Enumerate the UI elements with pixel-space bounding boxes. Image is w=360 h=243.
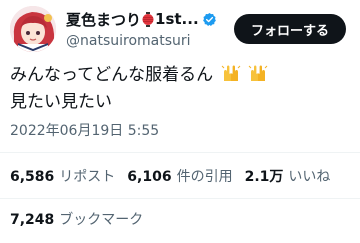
divider <box>0 198 360 199</box>
tweet-line-1-text: みんなってどんな服着るん <box>10 65 214 85</box>
tweet-header: 夏色まつり 1st... @natsuiromatsuri フォローする <box>10 6 350 58</box>
quotes-label: 件の引用 <box>176 169 233 185</box>
bookmarks-count: 7,248 <box>10 212 55 228</box>
reposts-stat[interactable]: 6,586 リポスト <box>10 166 115 186</box>
user-info: 夏色まつり 1st... @natsuiromatsuri <box>66 8 226 49</box>
tweet-line-2: 見たい見たい <box>10 92 112 112</box>
likes-label: いいね <box>288 169 331 185</box>
user-handle[interactable]: @natsuiromatsuri <box>66 33 226 49</box>
avatar-image <box>10 6 56 52</box>
bookmark-stats: 7,248 ブックマーク <box>10 209 155 229</box>
quotes-stat[interactable]: 6,106 件の引用 <box>127 166 232 186</box>
display-name-row[interactable]: 夏色まつり 1st... <box>66 8 226 30</box>
raising-hands-icon <box>221 65 240 81</box>
display-name-suffix: 1st... <box>155 10 199 28</box>
tweet-timestamp[interactable]: 2022年06月19日 5:55 <box>10 120 159 140</box>
bookmarks-label: ブックマーク <box>59 212 144 228</box>
likes-stat[interactable]: 2.1万 いいね <box>245 166 331 186</box>
raising-hands-icon <box>248 65 268 81</box>
quotes-count: 6,106 <box>127 169 172 185</box>
likes-count: 2.1万 <box>244 169 284 185</box>
avatar[interactable] <box>10 6 56 52</box>
verified-badge-icon[interactable] <box>202 12 217 27</box>
bookmarks-stat[interactable]: 7,248 ブックマーク <box>10 209 143 229</box>
divider <box>0 152 360 153</box>
reposts-label: リポスト <box>59 169 116 185</box>
reposts-count: 6,586 <box>10 169 55 185</box>
engagement-stats: 6,586 リポスト 6,106 件の引用 2.1万 いいね <box>10 166 342 186</box>
follow-button[interactable]: フォローする <box>234 14 346 44</box>
tweet-text: みんなってどんな服着るん 見たい見たい <box>10 62 350 116</box>
display-name[interactable]: 夏色まつり <box>66 9 141 30</box>
paper-lantern-icon <box>142 11 154 27</box>
tweet-line-1: みんなってどんな服着るん <box>10 62 350 89</box>
